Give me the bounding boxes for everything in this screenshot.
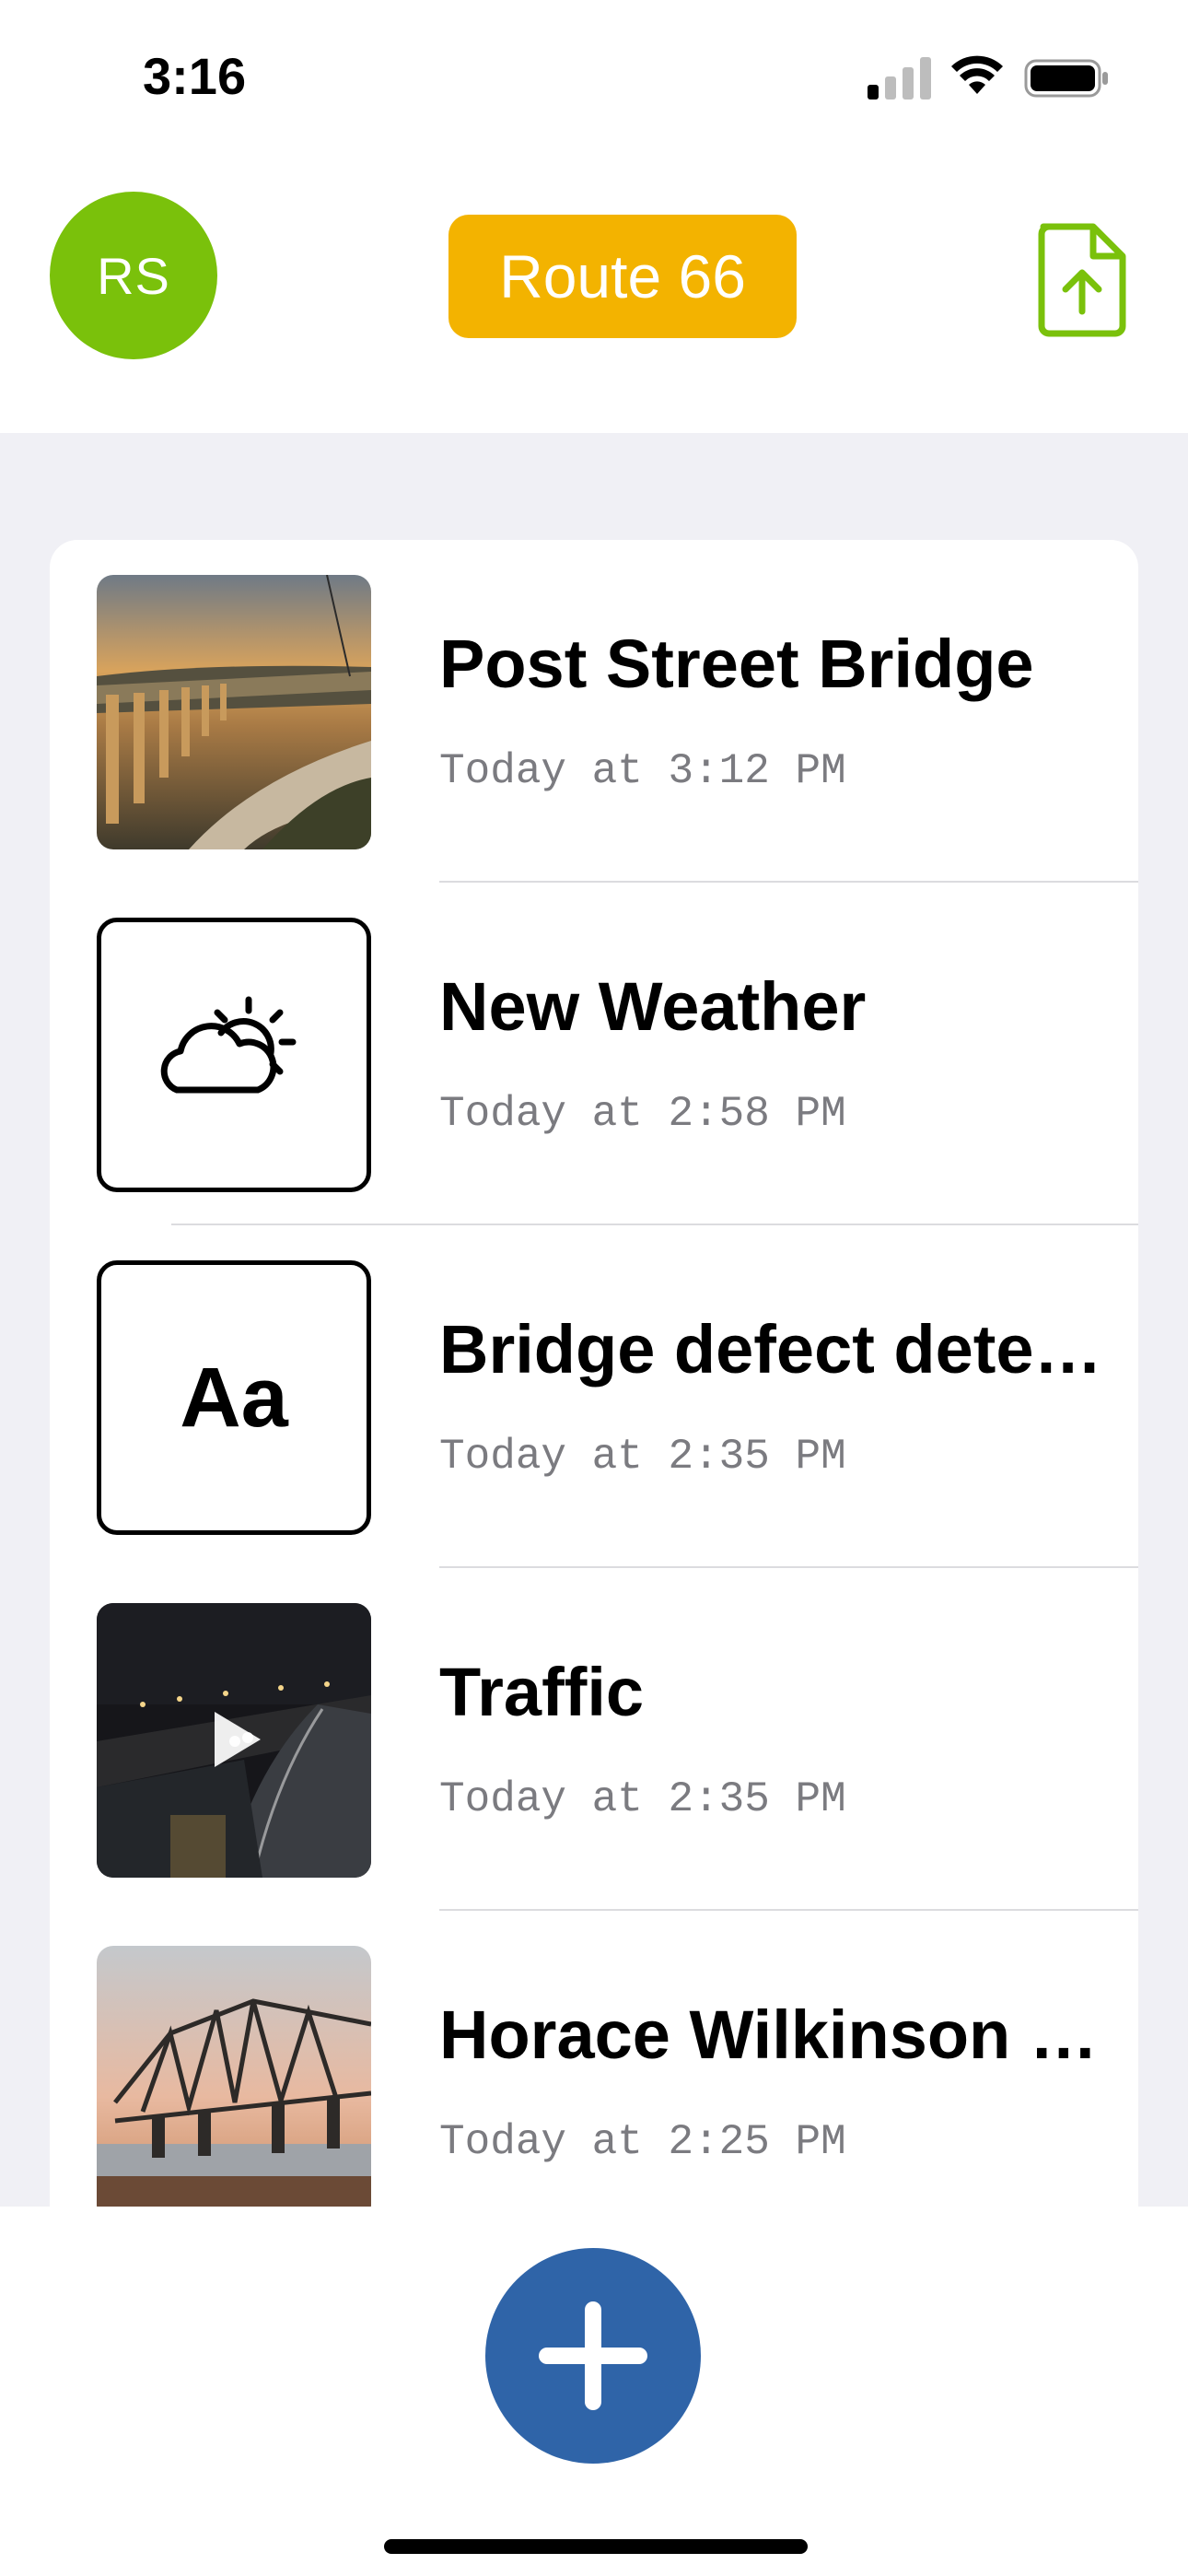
item-timestamp: Today at 2:25 PM — [439, 2118, 846, 2166]
bottom-bar — [0, 2207, 1188, 2576]
list-item[interactable]: New Weather Today at 2:58 PM — [50, 883, 1138, 1225]
wifi-icon — [951, 55, 1003, 94]
item-title: Horace Wilkinson Bridge — [439, 1996, 1121, 2073]
item-timestamp: Today at 2:58 PM — [439, 1090, 846, 1138]
text-note-glyph: Aa — [180, 1350, 288, 1445]
document-upload-icon[interactable] — [1036, 221, 1128, 337]
battery-icon — [1024, 59, 1108, 98]
list-item[interactable]: Horace Wilkinson Bridge Today at 2:25 PM — [50, 1911, 1138, 2207]
cellular-signal-icon — [868, 57, 931, 100]
item-timestamp: Today at 2:35 PM — [439, 1775, 846, 1823]
text-note-icon: Aa — [97, 1260, 371, 1535]
item-title: Bridge defect detection — [439, 1311, 1121, 1388]
plus-icon — [539, 2301, 647, 2410]
app-header: RS Route 66 — [0, 157, 1188, 433]
status-time: 3:16 — [143, 47, 247, 105]
item-timestamp: Today at 2:35 PM — [439, 1433, 846, 1481]
list-item[interactable]: Traffic Today at 2:35 PM — [50, 1568, 1138, 1911]
app-screen: 3:16 RS Route 66 Post Street Bridge Toda… — [0, 0, 1188, 2576]
item-title: Traffic — [439, 1654, 645, 1730]
photo-bridge-sunset-thumbnail — [97, 575, 371, 849]
home-indicator[interactable] — [384, 2539, 808, 2554]
add-entry-button[interactable] — [485, 2248, 701, 2464]
video-traffic-night-thumbnail — [97, 1603, 371, 1878]
item-title: New Weather — [439, 968, 867, 1045]
entries-list: Post Street Bridge Today at 3:12 PM New … — [50, 540, 1138, 2207]
list-item[interactable]: Aa Bridge defect detection Today at 2:35… — [50, 1225, 1138, 1568]
status-bar: 3:16 — [0, 0, 1188, 157]
photo-steel-truss-bridge-thumbnail — [97, 1946, 371, 2207]
item-timestamp: Today at 3:12 PM — [439, 747, 846, 795]
partly-cloudy-icon — [97, 918, 371, 1192]
route-selector-button[interactable]: Route 66 — [448, 215, 797, 338]
avatar[interactable]: RS — [50, 192, 217, 359]
item-title: Post Street Bridge — [439, 626, 1034, 702]
list-item[interactable]: Post Street Bridge Today at 3:12 PM — [50, 540, 1138, 883]
